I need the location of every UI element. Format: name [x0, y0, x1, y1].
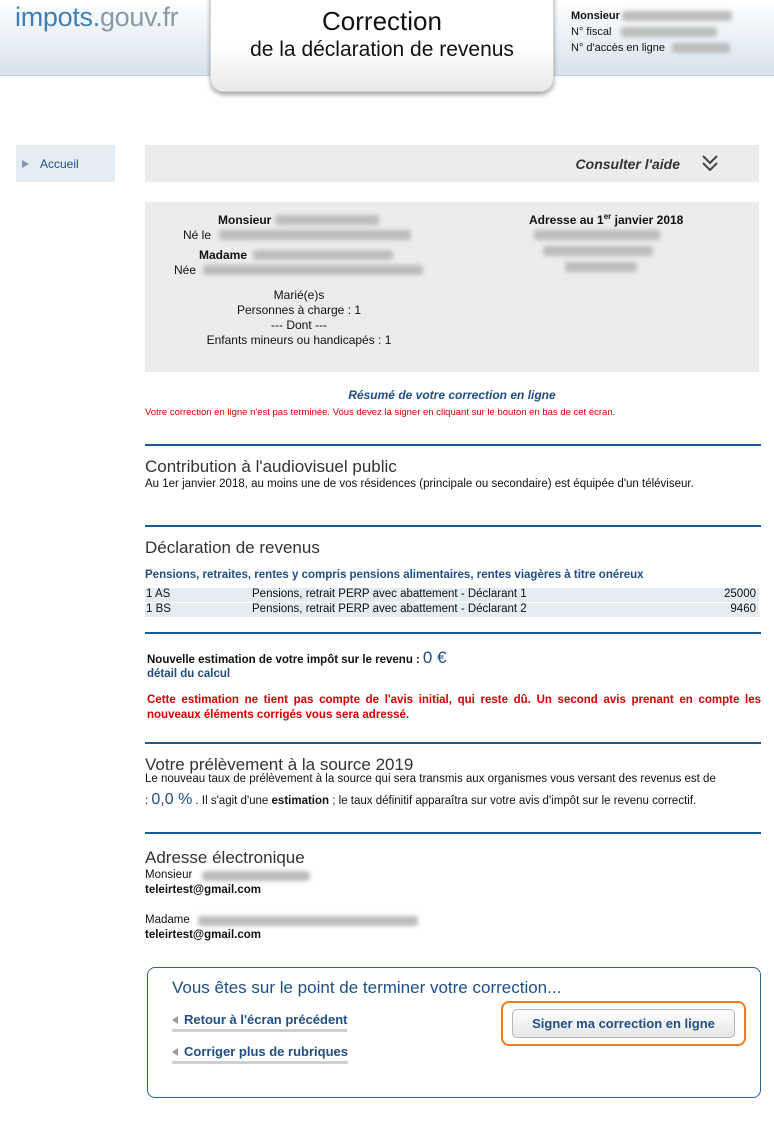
section-divider: [145, 832, 761, 834]
logo-part-2: gouv.fr: [99, 2, 179, 32]
email-madame-name-redacted: [198, 916, 418, 926]
back-arrow-icon: [172, 1047, 178, 1056]
page-title: Correction: [322, 6, 442, 36]
income-code: 1 BS: [146, 603, 171, 615]
email-monsieur-name-redacted: [202, 871, 310, 881]
identity-panel: Monsieur Né le Madame Née Adresse au 1er…: [145, 202, 759, 372]
dependents-count: Personnes à charge : 1: [236, 303, 362, 317]
monsieur-name-redacted: [275, 215, 379, 225]
email-madame-address: teleirtest@gmail.com: [145, 929, 262, 941]
email-monsieur-label: Monsieur: [145, 869, 193, 881]
income-title: Déclaration de revenus: [145, 538, 320, 557]
user-info: Monsieur N° fiscal N° d'accès en ligne: [571, 8, 732, 56]
madame-birth-label: Née: [174, 263, 197, 277]
calculation-detail-link[interactable]: détail du calcul: [147, 668, 230, 680]
sidebar-item-home[interactable]: Accueil: [16, 145, 115, 182]
back-button-label: Retour à l'écran précédent: [184, 1012, 348, 1027]
tax-estimate: Nouvelle estimation de votre impôt sur l…: [147, 648, 447, 668]
more-corrections-button[interactable]: Corriger plus de rubriques: [172, 1044, 348, 1064]
section-divider: [145, 632, 761, 634]
address-line-1-redacted: [534, 230, 660, 240]
address-line-2-redacted: [543, 246, 653, 256]
income-amount: 25000: [724, 588, 756, 600]
income-label: Pensions, retrait PERP avec abattement -…: [252, 603, 527, 615]
income-amount: 9460: [730, 603, 756, 615]
monsieur-birth-label: Né le: [183, 228, 212, 242]
section-divider: [145, 525, 761, 527]
address-label-post: janvier 2018: [611, 213, 684, 227]
fiscal-number-redacted: [620, 27, 717, 38]
madame-name-redacted: [253, 250, 393, 260]
marital-status: Marié(e)s: [273, 288, 325, 302]
sidebar-item-label: Accueil: [40, 156, 79, 171]
tax-estimate-label: Nouvelle estimation de votre impôt sur l…: [147, 654, 420, 666]
income-code: 1 AS: [146, 588, 171, 600]
children-count: Enfants mineurs ou handicapés : 1: [206, 333, 392, 347]
audiovisual-text: Au 1er janvier 2018, au moins une de vos…: [145, 478, 694, 490]
finish-title: Vous êtes sur le point de terminer votre…: [172, 978, 562, 997]
withholding-rate-line: : 0,0 % . Il s'agit d'une estimation ; l…: [145, 791, 696, 809]
withholding-text: Le nouveau taux de prélèvement à la sour…: [145, 773, 716, 785]
dependents-separator: --- Dont ---: [271, 318, 327, 332]
play-arrow-icon: [22, 159, 29, 168]
monsieur-birth-redacted: [219, 230, 411, 240]
fiscal-number-label: N° fiscal: [571, 26, 612, 38]
user-title: Monsieur: [571, 10, 620, 22]
table-row: 1 AS Pensions, retrait PERP avec abattem…: [145, 588, 759, 602]
sign-button-highlight: Signer ma correction en ligne: [501, 1001, 746, 1046]
madame-birth-redacted: [203, 265, 423, 275]
withholding-bold: estimation: [271, 795, 330, 807]
audiovisual-title: Contribution à l'audiovisuel public: [145, 457, 397, 476]
help-link[interactable]: Consulter l'aide: [576, 156, 680, 172]
section-divider: [145, 444, 761, 446]
finish-panel: Vous êtes sur le point de terminer votre…: [147, 967, 761, 1098]
access-number-redacted: [672, 43, 731, 54]
withholding-mid: . Il s'agit d'une: [195, 795, 269, 807]
email-monsieur-address: teleirtest@gmail.com: [145, 884, 262, 896]
page-subtitle: de la déclaration de revenus: [250, 38, 514, 61]
logo-part-1: impots.: [15, 2, 100, 32]
withholding-rate: 0,0 %: [151, 791, 193, 808]
address-label: Adresse au 1er janvier 2018: [529, 212, 683, 227]
summary-warning: Votre correction en ligne n'est pas term…: [145, 407, 616, 418]
back-arrow-icon: [172, 1015, 178, 1024]
income-category: Pensions, retraites, rentes y compris pe…: [145, 569, 644, 581]
tax-estimate-value: 0 €: [422, 648, 447, 667]
email-title: Adresse électronique: [145, 848, 305, 867]
address-label-pre: Adresse au 1: [529, 213, 604, 227]
income-label: Pensions, retrait PERP avec abattement -…: [252, 588, 527, 600]
email-madame-label: Madame: [145, 914, 190, 926]
section-divider: [145, 742, 761, 744]
estimate-note: Cette estimation ne tient pas compte de …: [147, 694, 761, 721]
more-corrections-label: Corriger plus de rubriques: [184, 1044, 348, 1059]
summary-title: Résumé de votre correction en ligne: [348, 388, 556, 402]
page-title-box: Correction de la déclaration de revenus: [210, 0, 554, 92]
access-number-label: N° d'accès en ligne: [571, 42, 665, 54]
user-name-redacted: [621, 11, 732, 22]
madame-label: Madame: [199, 248, 248, 262]
monsieur-label: Monsieur: [218, 213, 272, 227]
withholding-title: Votre prélèvement à la source 2019: [145, 755, 414, 774]
address-line-3-redacted: [565, 262, 637, 272]
table-row: 1 BS Pensions, retrait PERP avec abattem…: [145, 603, 759, 617]
withholding-prefix: :: [145, 795, 149, 807]
help-bar: Consulter l'aide: [145, 145, 759, 182]
withholding-suffix: ; le taux définitif apparaîtra sur votre…: [332, 795, 697, 807]
sign-button[interactable]: Signer ma correction en ligne: [512, 1009, 735, 1038]
back-button[interactable]: Retour à l'écran précédent: [172, 1012, 348, 1032]
double-chevron-down-icon[interactable]: [701, 153, 719, 173]
site-logo[interactable]: impots.gouv.fr: [15, 2, 179, 33]
